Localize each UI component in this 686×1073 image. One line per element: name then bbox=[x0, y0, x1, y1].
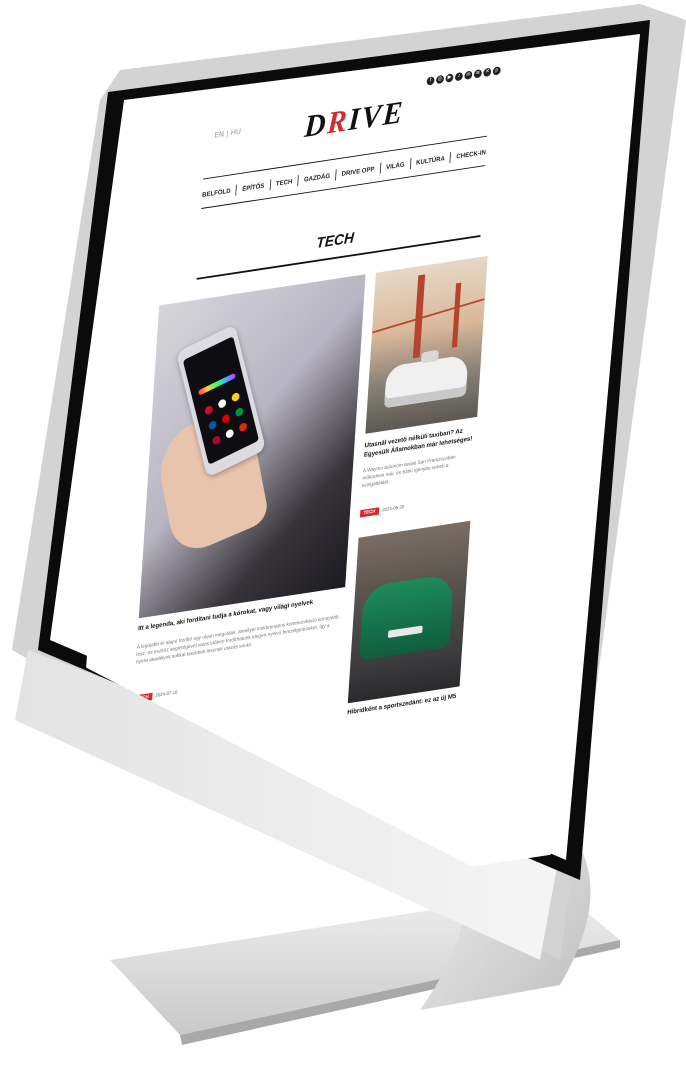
side-article-image[interactable] bbox=[347, 520, 471, 704]
nav-divider bbox=[335, 169, 337, 181]
nav-item-gazdag[interactable]: GAZDÁG bbox=[304, 173, 331, 183]
car-shape bbox=[359, 573, 455, 661]
flag-icon bbox=[230, 391, 241, 403]
youtube-icon[interactable]: ▶ bbox=[445, 73, 454, 83]
main-article-image[interactable] bbox=[138, 274, 366, 619]
voice-wave bbox=[197, 372, 236, 396]
logo-accent-letter: R bbox=[326, 103, 350, 141]
flag-icon bbox=[207, 419, 218, 431]
nav-item-kultura[interactable]: KULTÚRA bbox=[416, 155, 445, 166]
tiktok-icon[interactable]: ♪ bbox=[454, 71, 464, 82]
x-icon[interactable]: ✕ bbox=[483, 67, 492, 78]
flag-icon bbox=[238, 421, 248, 433]
nav-divider bbox=[297, 175, 299, 187]
car-shape bbox=[384, 354, 469, 409]
nav-item-check-in[interactable]: CHECK-IN bbox=[456, 149, 486, 160]
category-tag[interactable]: TECH bbox=[359, 507, 379, 518]
facebook-icon[interactable]: f bbox=[426, 76, 435, 86]
main-nav: BELFÖLD ÉPÍTŐS TECH GAZDÁG DRIVE OPP VIL… bbox=[202, 147, 487, 201]
logo-rest: IVE bbox=[347, 95, 406, 138]
nav-divider bbox=[235, 184, 238, 196]
pinterest-icon[interactable]: p bbox=[492, 66, 501, 76]
language-switch[interactable]: EN | HU bbox=[214, 127, 241, 139]
spotify-icon[interactable]: ≋ bbox=[473, 69, 482, 79]
nav-item-vilag[interactable]: VILÁG bbox=[386, 161, 405, 170]
instagram-icon[interactable]: ◎ bbox=[435, 74, 445, 85]
flag-icon bbox=[221, 413, 231, 425]
nav-item-drive-opp[interactable]: DRIVE OPP bbox=[341, 166, 374, 177]
flag-icon bbox=[211, 434, 222, 446]
flag-icon bbox=[234, 406, 245, 418]
nav-divider bbox=[449, 152, 452, 164]
section-title: TECH bbox=[315, 230, 355, 252]
nav-divider bbox=[409, 158, 412, 170]
bridge-cable bbox=[372, 298, 485, 334]
site-logo[interactable]: DRIVE bbox=[303, 95, 405, 145]
article-date: 2024-07-18 bbox=[155, 689, 178, 699]
flag-icon bbox=[225, 428, 235, 440]
side-article-meta: TECH 2024-06-20 bbox=[359, 503, 405, 518]
monitor: EN | HU DRIVE f ◎ ▶ ♪ in ≋ ✕ p BELFÖLD É… bbox=[0, 0, 686, 1073]
flag-icon bbox=[204, 404, 214, 416]
bridge-tower bbox=[451, 282, 462, 348]
nav-divider bbox=[379, 162, 382, 174]
nav-item-tech[interactable]: TECH bbox=[276, 178, 293, 187]
linkedin-icon[interactable]: in bbox=[464, 70, 473, 80]
nav-item-belfold[interactable]: BELFÖLD bbox=[202, 188, 231, 199]
nav-item-epitos[interactable]: ÉPÍTŐS bbox=[242, 183, 265, 193]
article-date: 2024-06-20 bbox=[382, 504, 405, 514]
flag-icon bbox=[217, 398, 227, 410]
nav-divider bbox=[269, 179, 271, 191]
logo-letter: D bbox=[303, 106, 329, 145]
side-article-image[interactable] bbox=[365, 255, 488, 434]
